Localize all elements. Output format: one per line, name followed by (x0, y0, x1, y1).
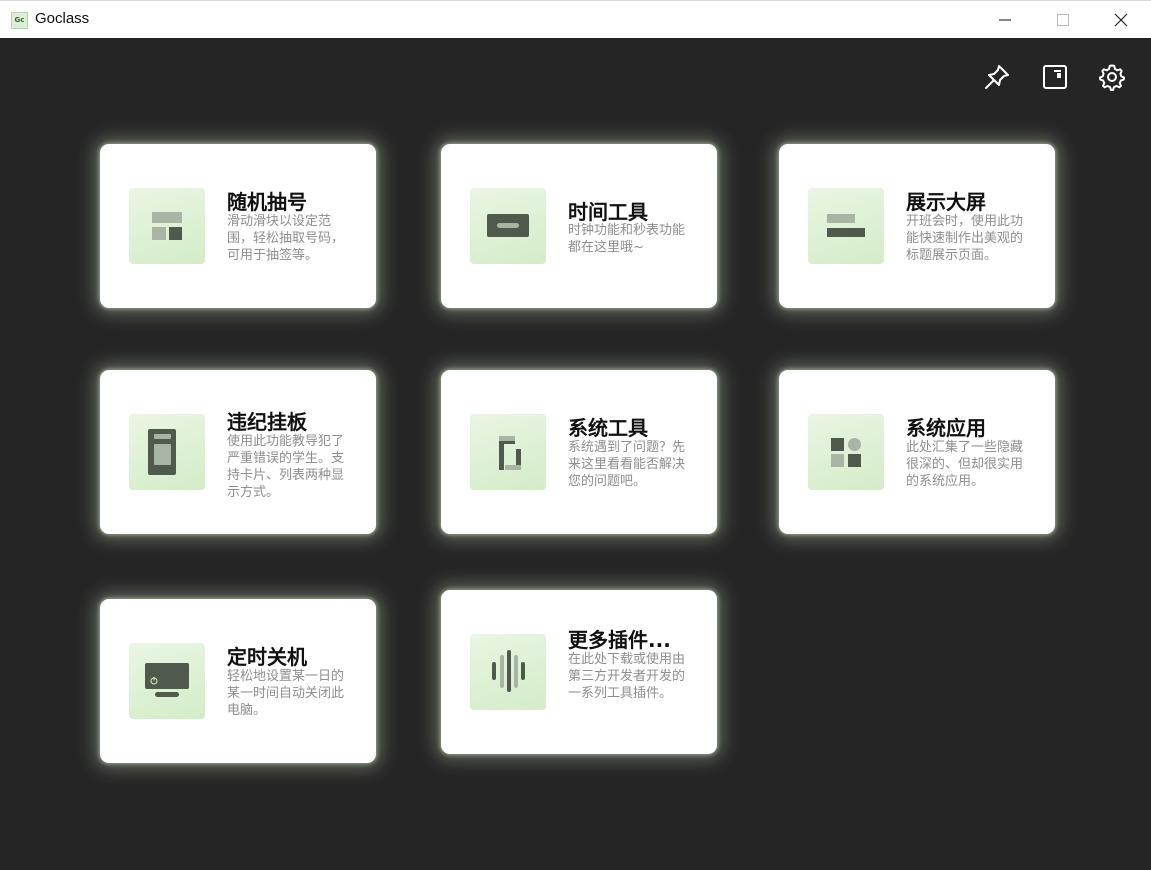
plugin-bars-icon (492, 650, 525, 692)
card-description: 滑动滑块以设定范围，轻松抽取号码，可用于抽签等。 (227, 214, 345, 263)
card-icon-tile (470, 188, 546, 264)
card-description: 使用此功能教导犯了严重错误的学生。支持卡片、列表两种显示方式。 (227, 434, 345, 500)
app-logo-icon: Gc (11, 12, 28, 29)
card-title: 违纪挂板 (227, 410, 307, 434)
card-title: 时间工具 (568, 200, 648, 224)
minimize-button[interactable] (976, 1, 1034, 39)
card-description: 在此处下载或使用由第三方开发者开发的一系列工具插件。 (568, 652, 686, 701)
card-description: 轻松地设置某一日的某一时间自动关闭此电脑。 (227, 669, 345, 718)
card-title: 更多插件... (568, 628, 671, 652)
card-description: 系统遇到了问题？先来这里看看能否解决您的问题吧。 (568, 440, 686, 489)
close-button[interactable] (1092, 1, 1150, 39)
card-icon-tile (808, 414, 884, 490)
settings-button[interactable] (1097, 62, 1127, 92)
layout-blocks-icon (152, 212, 182, 240)
sidebar-toggle-button[interactable] (1040, 62, 1070, 92)
pin-icon (985, 65, 1009, 89)
sidebar-panel-icon (1043, 65, 1067, 89)
card-title: 系统应用 (906, 416, 986, 440)
monitor-power-icon (145, 663, 189, 697)
card-display-screen[interactable]: 展示大屏 开班会时，使用此功能快速制作出美观的标题展示页面。 (779, 144, 1055, 308)
card-title: 定时关机 (227, 645, 307, 669)
brackets-icon (499, 436, 521, 470)
maximize-icon (1057, 14, 1069, 26)
card-icon-tile (129, 414, 205, 490)
card-icon-tile (470, 634, 546, 710)
card-title: 系统工具 (568, 416, 648, 440)
window-title: Goclass (35, 10, 90, 27)
card-description: 开班会时，使用此功能快速制作出美观的标题展示页面。 (906, 214, 1024, 263)
minimize-icon (999, 19, 1011, 21)
maximize-button[interactable] (1034, 1, 1092, 39)
title-bar: Gc Goclass (0, 0, 1151, 38)
banner-bars-icon (827, 214, 865, 237)
card-description: 此处汇集了一些隐藏很深的、但却很实用的系统应用。 (906, 440, 1024, 489)
card-system-tools[interactable]: 系统工具 系统遇到了问题？先来这里看看能否解决您的问题吧。 (441, 370, 717, 534)
card-random-number[interactable]: 随机抽号 滑动滑块以设定范围，轻松抽取号码，可用于抽签等。 (100, 144, 376, 308)
pin-button[interactable] (982, 62, 1012, 92)
card-title: 随机抽号 (227, 190, 307, 214)
card-icon-tile (808, 188, 884, 264)
clock-display-icon (487, 214, 529, 237)
card-icon-tile (470, 414, 546, 490)
card-scheduled-shutdown[interactable]: 定时关机 轻松地设置某一日的某一时间自动关闭此电脑。 (100, 599, 376, 763)
board-icon (148, 429, 176, 475)
card-icon-tile (129, 643, 205, 719)
card-system-apps[interactable]: 系统应用 此处汇集了一些隐藏很深的、但却很实用的系统应用。 (779, 370, 1055, 534)
card-more-plugins[interactable]: 更多插件... 在此处下载或使用由第三方开发者开发的一系列工具插件。 (441, 590, 717, 754)
gear-icon (1099, 64, 1125, 91)
card-icon-tile (129, 188, 205, 264)
card-discipline-board[interactable]: 违纪挂板 使用此功能教导犯了严重错误的学生。支持卡片、列表两种显示方式。 (100, 370, 376, 534)
close-icon (1114, 13, 1128, 27)
apps-grid-icon (831, 438, 861, 467)
card-title: 展示大屏 (906, 190, 986, 214)
card-time-tools[interactable]: 时间工具 时钟功能和秒表功能都在这里哦~ (441, 144, 717, 308)
card-description: 时钟功能和秒表功能都在这里哦~ (568, 223, 686, 255)
